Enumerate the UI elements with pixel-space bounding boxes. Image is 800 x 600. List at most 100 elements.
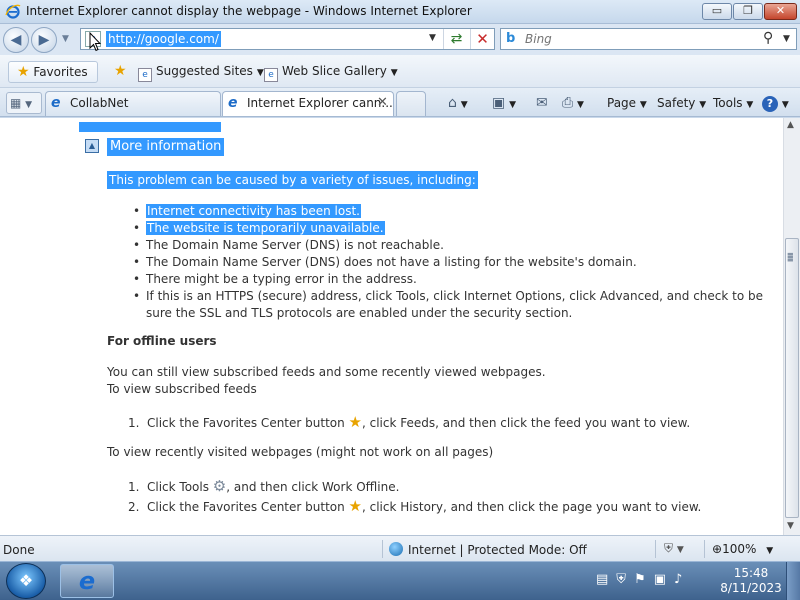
window-title: Internet Explorer cannot display the web… xyxy=(26,4,472,18)
favorites-star-icon: ★ xyxy=(348,413,362,431)
close-button[interactable]: ✕ xyxy=(764,3,797,20)
clipboard-icon[interactable]: ▤ xyxy=(596,572,616,587)
network-icon[interactable]: ▣ xyxy=(654,572,674,587)
chevron-down-icon[interactable]: ▼ xyxy=(509,100,516,110)
list-item: 1. Click the Favorites Center button ★, c… xyxy=(128,413,690,432)
zone-label: Internet | Protected Mode: Off xyxy=(408,543,587,557)
add-favorite-icon: ★ xyxy=(114,63,127,79)
address-row: ◀ ▶ ▼ e http://google.com/ ▼ ⇄ ✕ b ⚲ ▼ xyxy=(0,24,800,55)
scroll-up-icon[interactable]: ▲ xyxy=(787,120,794,130)
collapse-icon[interactable]: ▲ xyxy=(85,139,99,153)
zoom-level: 100% xyxy=(722,542,757,556)
popup-blocker-button[interactable]: ⛨ ▼ xyxy=(664,541,684,556)
status-text: Done xyxy=(3,543,35,557)
maximize-button[interactable]: ❐ xyxy=(733,3,763,20)
read-mail-button[interactable]: ✉ xyxy=(536,94,548,114)
step-text: , click Feeds, and then click the feed y… xyxy=(362,416,691,430)
volume-icon[interactable]: ♪ xyxy=(674,572,690,587)
favorites-item-suggested-sites[interactable]: e Suggested Sites ▼ xyxy=(138,61,264,83)
clock-date: 8/11/2023 xyxy=(720,581,782,595)
cause-text: The Domain Name Server (DNS) does not ha… xyxy=(146,255,637,269)
add-to-favorites-bar-button[interactable]: ★ xyxy=(114,61,132,83)
list-item: The website is temporarily unavailable. xyxy=(133,220,773,237)
windows-logo-icon: ❖ xyxy=(18,571,34,590)
safety-menu[interactable]: Safety ▼ xyxy=(657,94,706,114)
ie-page-icon: e xyxy=(51,95,61,111)
cause-text: There might be a typing error in the add… xyxy=(146,272,417,286)
minimize-button[interactable]: ▭ xyxy=(702,3,732,20)
refresh-icon[interactable]: ⇄ xyxy=(443,29,469,49)
favorites-bar: ★ Favorites ★ e Suggested Sites ▼ e Web Sli… xyxy=(0,55,800,88)
problem-intro: This problem can be caused by a variety … xyxy=(107,171,478,189)
vertical-scrollbar[interactable]: ▲ ▬ ▬ ▬ ▼ xyxy=(783,118,800,535)
search-box[interactable]: b ⚲ ▼ xyxy=(500,28,797,50)
tab-ie-cannot-display[interactable]: e Internet Explorer cann... ✕ xyxy=(222,91,394,116)
page-menu-label: Page xyxy=(607,96,637,110)
text-selection-highlight xyxy=(79,122,221,132)
search-options-dropdown-icon[interactable]: ▼ xyxy=(783,34,790,44)
security-zone[interactable]: Internet | Protected Mode: Off xyxy=(389,542,587,557)
back-button[interactable]: ◀ xyxy=(3,27,29,53)
zoom-button[interactable]: ⊕100% ▼ xyxy=(712,542,773,556)
home-button[interactable]: ⌂ ▼ xyxy=(448,94,468,114)
step-number: 1. xyxy=(128,480,140,494)
step-text: Click the Favorites Center button xyxy=(147,416,345,430)
address-bar[interactable]: e http://google.com/ ▼ ⇄ ✕ xyxy=(80,28,495,50)
scrollbar-thumb[interactable] xyxy=(785,238,799,518)
chevron-down-icon: ▼ xyxy=(256,68,264,78)
recent-steps: 1. Click Tools ⚙, and then click Work Off… xyxy=(128,477,701,517)
chevron-down-icon[interactable]: ▼ xyxy=(577,100,584,110)
more-information-link[interactable]: More information xyxy=(107,138,225,156)
divider xyxy=(382,540,383,558)
stop-icon[interactable]: ✕ xyxy=(470,29,494,49)
page-menu[interactable]: Page ▼ xyxy=(607,94,647,114)
start-button[interactable]: ❖ xyxy=(6,563,46,599)
favorites-item-web-slice-gallery[interactable]: e Web Slice Gallery ▼ xyxy=(264,61,398,83)
mail-icon: ✉ xyxy=(536,95,548,111)
print-icon: ⎙ xyxy=(562,95,574,111)
new-tab-button[interactable] xyxy=(396,91,426,116)
address-input[interactable]: http://google.com/ xyxy=(106,31,221,47)
quick-tabs-button[interactable]: ▦ ▼ xyxy=(6,92,42,114)
list-item: 2. Click the Favorites Center button ★, c… xyxy=(128,497,701,517)
feeds-steps: 1. Click the Favorites Center button ★, c… xyxy=(128,413,690,432)
recent-pages-dropdown[interactable]: ▼ xyxy=(62,34,69,44)
feeds-button[interactable]: ▣ ▼ xyxy=(492,94,516,114)
chevron-down-icon: ▼ xyxy=(699,100,707,110)
offline-line: You can still view subscribed feeds and … xyxy=(107,365,546,379)
favorites-button[interactable]: ★ Favorites xyxy=(8,61,98,83)
zoom-icon: ⊕ xyxy=(712,542,723,556)
list-item: The Domain Name Server (DNS) is not reac… xyxy=(133,237,773,254)
taskbar-ie-button[interactable]: e xyxy=(60,564,114,598)
help-button[interactable]: ? ▼ xyxy=(762,94,789,114)
tools-menu[interactable]: Tools ▼ xyxy=(713,94,753,114)
favorites-item-label: Suggested Sites xyxy=(156,64,253,78)
tab-close-icon[interactable]: ✕ xyxy=(377,92,388,114)
forward-button[interactable]: ▶ xyxy=(31,27,57,53)
chevron-down-icon[interactable]: ▼ xyxy=(461,100,468,110)
search-icon[interactable]: ⚲ xyxy=(763,30,773,46)
chevron-down-icon[interactable]: ▼ xyxy=(25,100,32,110)
favorites-label: Favorites xyxy=(33,65,88,79)
search-input[interactable] xyxy=(525,30,755,48)
show-desktop-button[interactable] xyxy=(786,562,800,600)
chevron-down-icon[interactable]: ▼ xyxy=(782,100,789,110)
security-shield-icon[interactable]: ⛨ xyxy=(616,572,634,587)
popup-blocker-icon: ⛨ xyxy=(664,541,674,555)
scroll-down-icon[interactable]: ▼ xyxy=(787,521,794,531)
clock[interactable]: 15:48 8/11/2023 xyxy=(720,566,782,596)
scrollbar-grip-icon: ▬ ▬ ▬ xyxy=(787,250,794,264)
status-bar: Done Internet | Protected Mode: Off ⛨ ▼ … xyxy=(0,535,800,561)
offline-line: To view subscribed feeds xyxy=(107,382,257,396)
cause-text: Internet connectivity has been lost. xyxy=(146,204,361,218)
step-text: Click Tools xyxy=(147,480,209,494)
ie-logo-icon: e xyxy=(78,567,96,595)
page-icon: e xyxy=(138,68,152,82)
page-content: ▲ More information This problem can be c… xyxy=(0,118,783,535)
globe-icon xyxy=(389,542,403,556)
print-button[interactable]: ⎙ ▼ xyxy=(562,94,584,114)
flag-icon[interactable]: ⚑ xyxy=(634,572,654,587)
address-dropdown-icon[interactable]: ▼ xyxy=(429,33,436,43)
tab-collabnet[interactable]: e CollabNet xyxy=(45,91,221,116)
offline-heading: For offline users xyxy=(107,334,217,348)
